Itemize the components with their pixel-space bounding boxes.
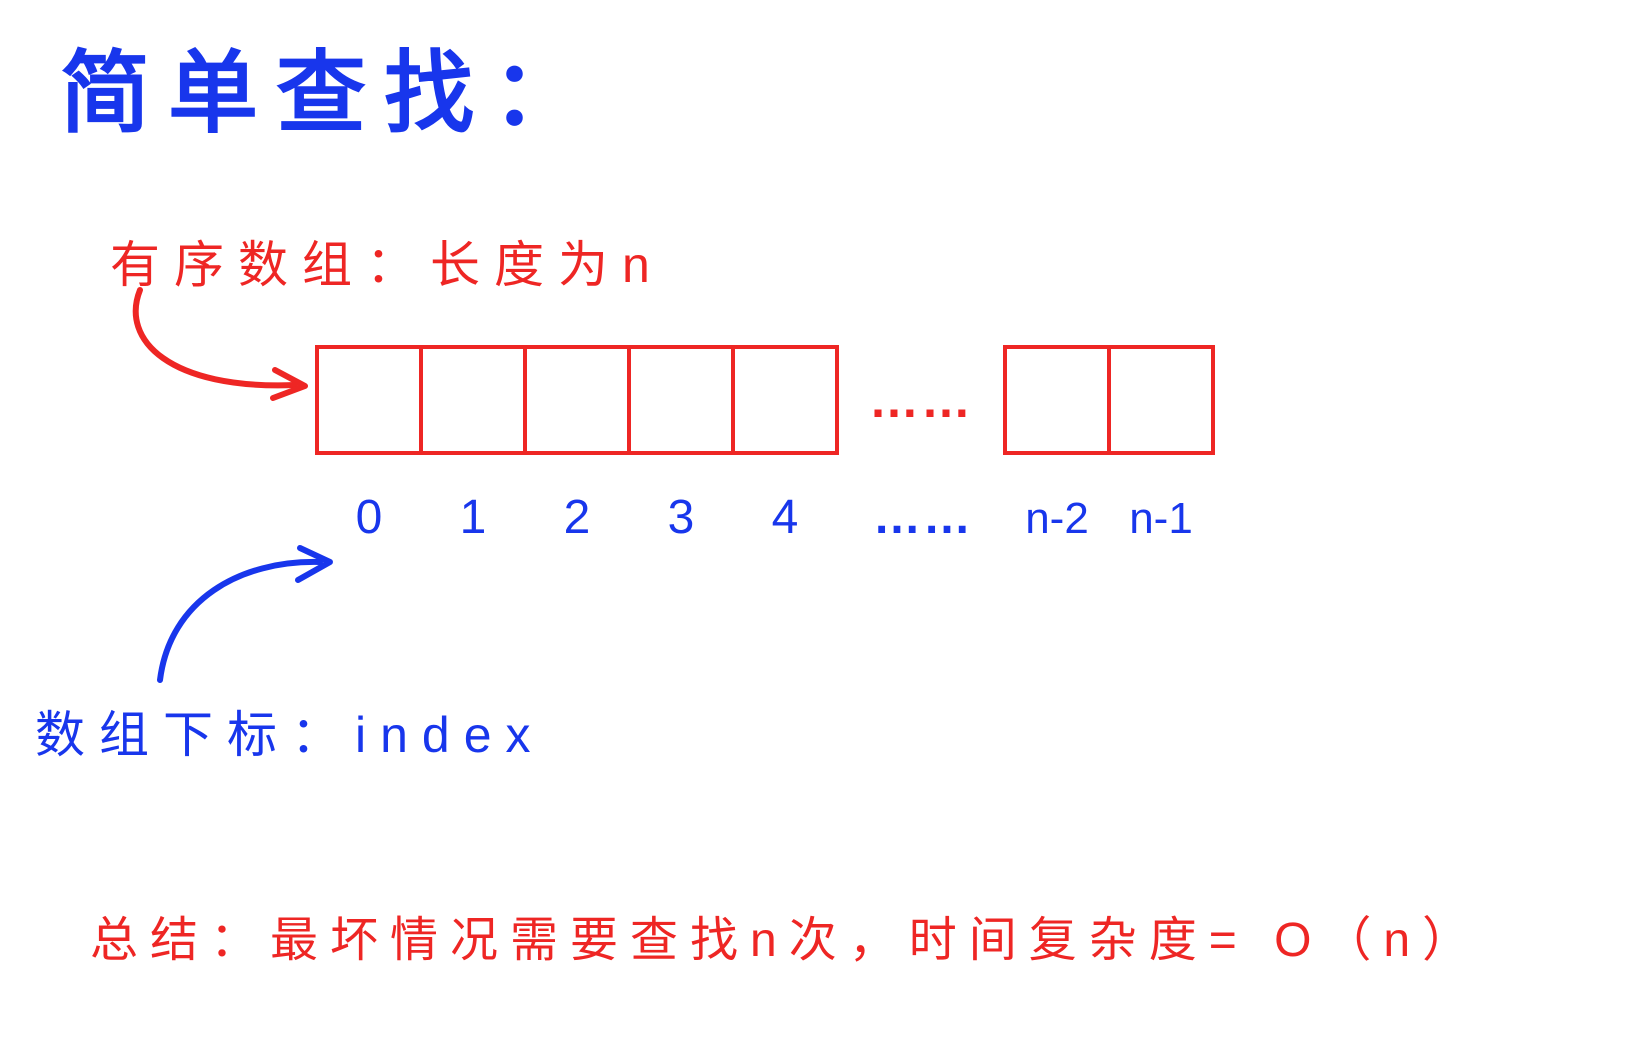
index-value: 4 <box>731 490 839 545</box>
array-cell-group-right <box>1003 345 1215 455</box>
array-cell <box>523 345 631 455</box>
index-value: n-1 <box>1107 494 1215 544</box>
summary-text: 总结：最坏情况需要查找n次，时间复杂度= O（n） <box>90 900 1482 970</box>
arrow-to-indices <box>140 540 360 690</box>
array-cell <box>315 345 423 455</box>
array-cell <box>731 345 839 455</box>
index-row: 0 1 2 3 4 …… n-2 n-1 <box>315 490 1215 545</box>
arrow-to-array <box>110 280 330 420</box>
index-value: 3 <box>627 490 735 545</box>
index-label: 数组下标：index <box>35 695 545 767</box>
array-cell <box>419 345 527 455</box>
array-label: 有序数组：长度为n <box>110 225 664 297</box>
array-cell-group-left <box>315 345 839 455</box>
index-ellipsis: …… <box>869 490 977 545</box>
array-ellipsis: …… <box>869 371 973 429</box>
index-value: 2 <box>523 490 631 545</box>
array-cell <box>1003 345 1111 455</box>
index-value: 1 <box>419 490 527 545</box>
array-cell <box>1107 345 1215 455</box>
index-value: n-2 <box>1003 494 1111 544</box>
index-value: 0 <box>315 490 423 545</box>
array-cells: …… <box>315 345 1215 455</box>
array-cell <box>627 345 735 455</box>
diagram-title: 简单查找： <box>60 20 600 150</box>
